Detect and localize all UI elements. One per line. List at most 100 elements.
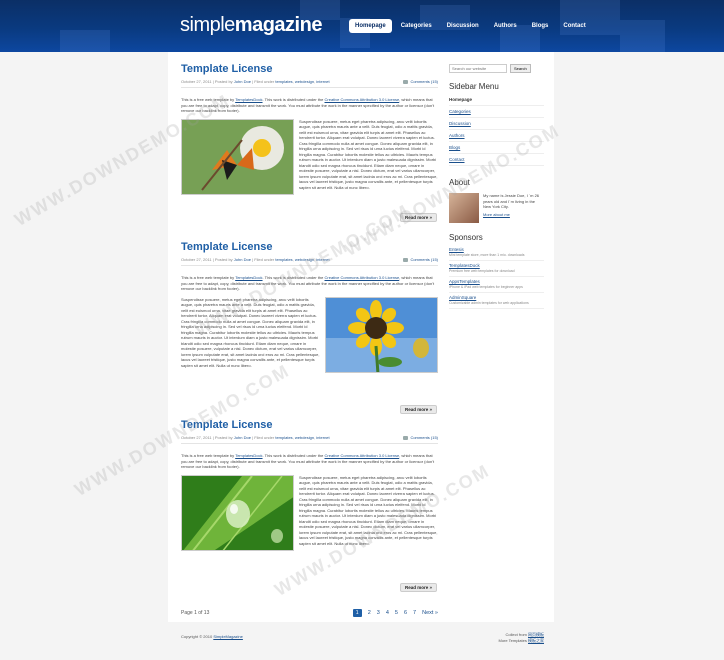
sponsor-desc: Premium free web templates for download	[449, 269, 515, 273]
tag-link[interactable]: webdesign	[295, 435, 314, 440]
templatesdock-link[interactable]: TemplatesDock	[235, 275, 262, 280]
comment-icon	[403, 435, 409, 440]
comments-link[interactable]: Comments (15)	[403, 435, 438, 440]
sponsors-title: Sponsors	[449, 233, 483, 242]
sponsor-item: AppsTemplates iPhone & iPad web template…	[449, 277, 544, 293]
license-link[interactable]: Creative Commons Attribution 3.0 License	[325, 97, 400, 102]
comments-link[interactable]: Comments (15)	[403, 79, 438, 84]
about-text-wrap: My name is Jessie Doe, I ´m 26 years old…	[483, 193, 544, 223]
sponsor-link[interactable]: AdminSquare	[449, 295, 544, 300]
templatesdock-link[interactable]: TemplatesDock	[235, 97, 262, 102]
read-more-button[interactable]: Read more »	[399, 213, 437, 222]
search-input[interactable]	[449, 64, 507, 73]
copyright-text: Copyright © 2010	[181, 634, 213, 639]
nav-contact[interactable]: Contact	[557, 19, 591, 33]
site-footer: Copyright © 2010 SimpleMagazine Collect …	[168, 628, 554, 648]
tag-link[interactable]: templates	[275, 79, 292, 84]
tag-link[interactable]: webdesign	[295, 79, 314, 84]
sidebar-item-authors[interactable]: Authors	[449, 130, 544, 142]
nav-categories[interactable]: Categories	[395, 19, 438, 33]
post-date: October 27, 2011 | Posted by	[181, 435, 233, 440]
post-title[interactable]: Template License	[181, 241, 438, 254]
page-link[interactable]: 3	[377, 610, 380, 616]
intro-text: This is a free web template by	[181, 275, 236, 280]
comments-count[interactable]: Comments (15)	[410, 257, 438, 262]
sidebar-item-contact[interactable]: Contact	[449, 154, 544, 166]
license-link[interactable]: Creative Commons Attribution 3.0 License	[325, 275, 400, 280]
more-line: More Templates 模板之家	[498, 638, 544, 644]
filed-label: | Filed under	[252, 257, 275, 262]
about-me-link[interactable]: More about me	[483, 212, 544, 218]
post-meta: October 27, 2011 | Posted by John Doe | …	[181, 79, 438, 88]
nav-discussion[interactable]: Discussion	[441, 19, 485, 33]
nav-homepage[interactable]: Homepage	[349, 19, 392, 33]
post-author-link[interactable]: John Doe	[234, 79, 251, 84]
nav-blogs[interactable]: Blogs	[526, 19, 555, 33]
page-link[interactable]: 4	[386, 610, 389, 616]
about-text: My name is Jessie Doe, I ´m 26 years old…	[483, 193, 540, 209]
footer-credits: Collect from 网页模板 More Templates 模板之家	[498, 632, 544, 644]
post: Template License October 27, 2011 | Post…	[181, 419, 438, 592]
page-link[interactable]: 6	[404, 610, 407, 616]
nav-authors[interactable]: Authors	[488, 19, 523, 33]
post-image-butterfly[interactable]	[181, 118, 294, 195]
comments-count[interactable]: Comments (15)	[410, 79, 438, 84]
copyright-link[interactable]: SimpleMagazine	[213, 634, 243, 639]
tag-link[interactable]: templates	[275, 257, 292, 262]
page-container: Template License October 27, 2011 | Post…	[168, 52, 554, 622]
logo-light: simple	[180, 14, 235, 36]
header-pattern	[60, 30, 110, 52]
sponsor-item: TemplatesDock Premium free web templates…	[449, 261, 544, 277]
page-link[interactable]: 2	[368, 610, 371, 616]
read-more-button[interactable]: Read more »	[399, 583, 437, 592]
page-link[interactable]: 5	[395, 610, 398, 616]
sidebar-item-homepage[interactable]: Homepage	[449, 94, 544, 106]
comments-link[interactable]: Comments (15)	[403, 257, 438, 262]
comment-icon	[403, 257, 409, 262]
pagination-bar: Page 1 of 13 1 2 3 4 5 6 7 Next »	[181, 609, 438, 617]
header-pattern	[620, 20, 665, 52]
post-meta: October 27, 2011 | Posted by John Doe | …	[181, 435, 438, 444]
next-page-link[interactable]: Next »	[422, 610, 438, 616]
collect-text: Collect from	[505, 632, 527, 637]
intro-text: This is a free web template by	[181, 453, 236, 458]
post-body-wrap: Suspendisse posuere, metus eget pharetra…	[181, 474, 438, 551]
tag-link[interactable]: templates	[275, 435, 292, 440]
sidebar-item-categories[interactable]: Categories	[449, 106, 544, 118]
post-title[interactable]: Template License	[181, 419, 438, 432]
post-title[interactable]: Template License	[181, 63, 438, 76]
site-header: simplemagazine Homepage Categories Discu…	[0, 0, 724, 52]
sponsor-link[interactable]: Entesis	[449, 247, 544, 252]
pagination: 1 2 3 4 5 6 7 Next »	[352, 609, 438, 617]
sidebar-item-blogs[interactable]: Blogs	[449, 142, 544, 154]
post-body-wrap: Suspendisse posuere, metus eget pharetra…	[181, 296, 438, 373]
post-author-link[interactable]: John Doe	[234, 257, 251, 262]
page-count: Page 1 of 13	[181, 610, 210, 616]
page-link-current[interactable]: 1	[352, 609, 362, 617]
tag-link[interactable]: internet	[316, 435, 329, 440]
sponsor-item: AdminSquare Customizable admin templates…	[449, 293, 544, 309]
sidebar-menu: Homepage Categories Discussion Authors B…	[449, 94, 544, 166]
search-button[interactable]: Search	[510, 64, 531, 73]
sponsor-desc: iPhone & iPad web templates for beginner…	[449, 285, 523, 289]
page-link[interactable]: 7	[413, 610, 416, 616]
more-link[interactable]: 模板之家	[528, 638, 544, 643]
comments-count[interactable]: Comments (15)	[410, 435, 438, 440]
sponsor-link[interactable]: TemplatesDock	[449, 263, 544, 268]
site-logo[interactable]: simplemagazine	[180, 14, 322, 37]
post-image-sunflower[interactable]	[325, 296, 438, 373]
sponsor-desc: Mini template store, more than 1 mio. do…	[449, 253, 525, 257]
sidebar-item-discussion[interactable]: Discussion	[449, 118, 544, 130]
post-image-leaf-droplet[interactable]	[181, 474, 294, 551]
tag-link[interactable]: internet	[316, 79, 329, 84]
post-intro: This is a free web template by Templates…	[181, 97, 438, 114]
collect-link[interactable]: 网页模板	[528, 632, 544, 637]
post-author-link[interactable]: John Doe	[234, 435, 251, 440]
tag-link[interactable]: webdesign	[295, 257, 314, 262]
tag-link[interactable]: internet	[316, 257, 329, 262]
read-more-button[interactable]: Read more »	[399, 405, 437, 414]
sponsor-desc: Customizable admin templates for web app…	[449, 301, 529, 305]
license-link[interactable]: Creative Commons Attribution 3.0 License	[325, 453, 400, 458]
sponsor-link[interactable]: AppsTemplates	[449, 279, 544, 284]
templatesdock-link[interactable]: TemplatesDock	[235, 453, 262, 458]
